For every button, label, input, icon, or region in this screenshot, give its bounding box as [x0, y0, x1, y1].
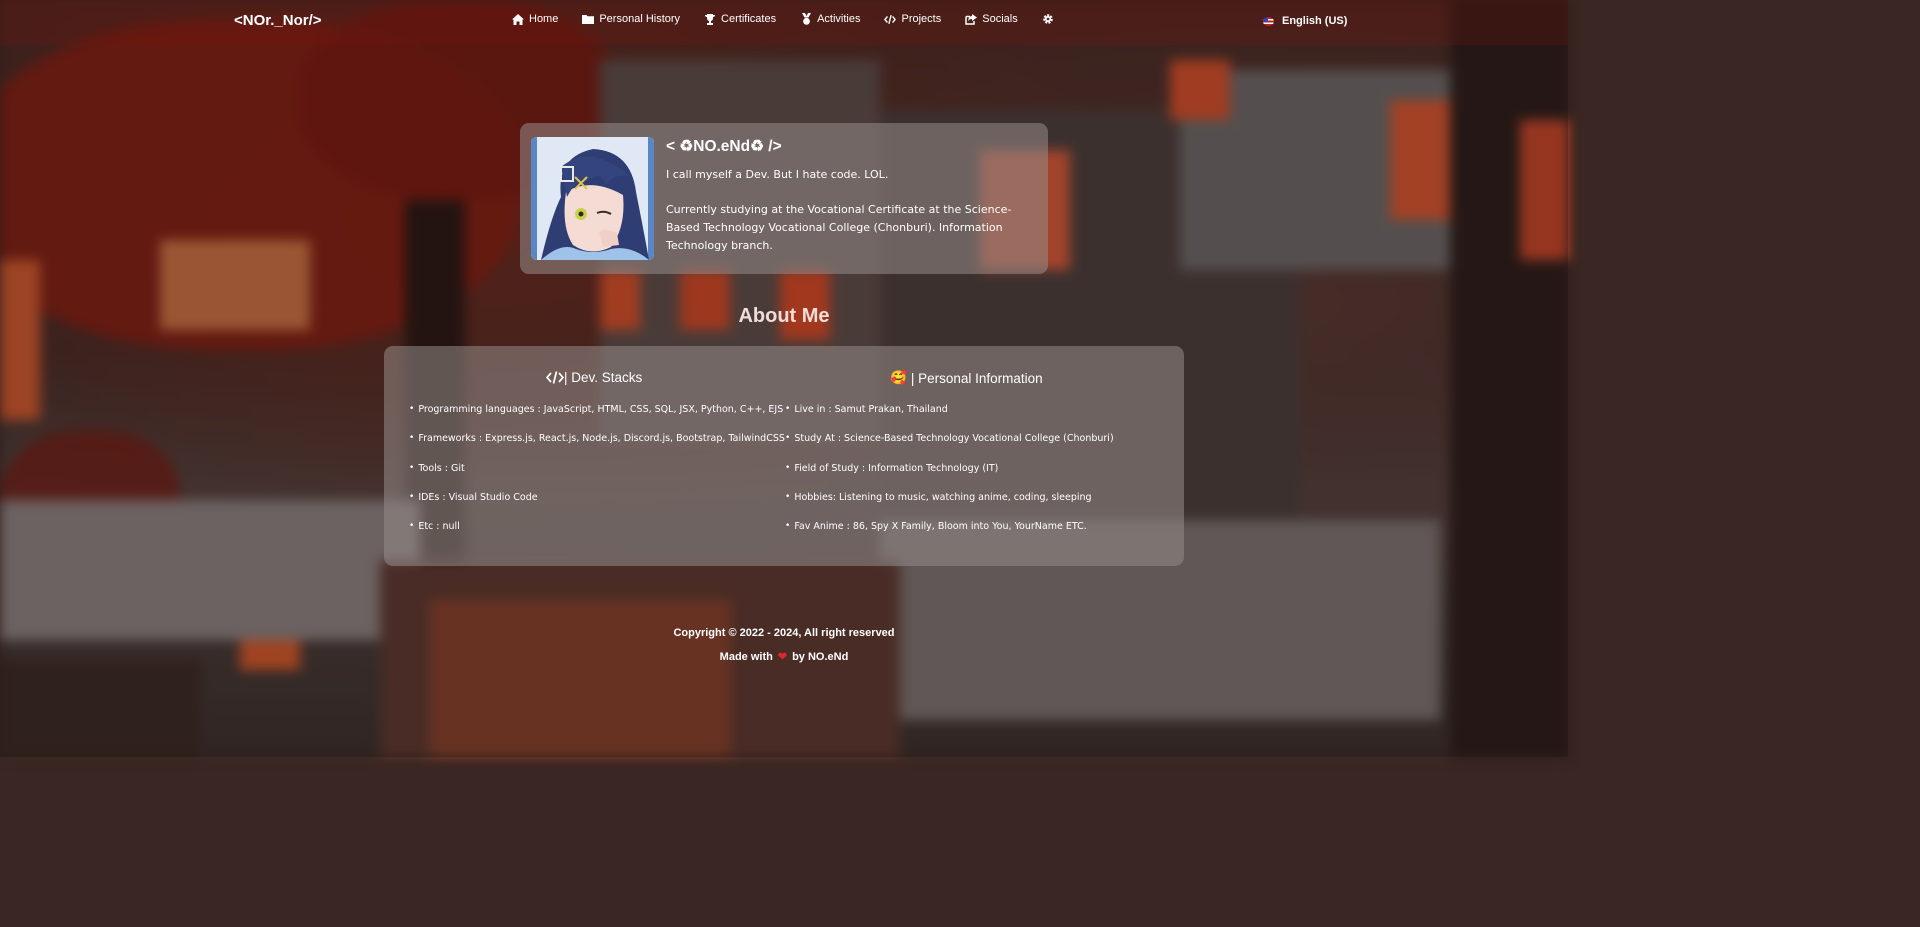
personal-info-heading: 🥰 | Personal Information [890, 370, 1043, 386]
code-icon [546, 371, 564, 384]
nav-item-label: Projects [901, 13, 942, 25]
language-label: English (US) [1282, 15, 1348, 27]
nav-menu: Home Personal History Certificates Activ… [512, 13, 1083, 25]
list-item: Study At : Science-Based Technology Voca… [785, 433, 1113, 462]
list-item: Hobbies: Listening to music, watching an… [785, 492, 1114, 521]
made-with-label: Made with [719, 651, 773, 663]
about-card: | Dev. Stacks Programming languages : Ja… [384, 346, 1184, 566]
nav-item-personal-history[interactable]: Personal History [582, 13, 680, 25]
nav-item-label: Activities [817, 13, 861, 25]
nav-item-label: Home [529, 13, 559, 25]
nav-item-projects[interactable]: Projects [884, 13, 941, 25]
profile-name: < ♻NO.eNd♻ /> [666, 138, 782, 155]
home-icon [512, 13, 524, 25]
nav-item-certificates[interactable]: Certificates [704, 13, 776, 25]
language-selector[interactable]: English (US) [1263, 15, 1347, 27]
gear-icon [1042, 13, 1054, 25]
about-me-heading: About Me [738, 305, 830, 327]
nav-item-socials[interactable]: Socials [965, 13, 1018, 25]
author-link[interactable]: NO.eNd [808, 651, 848, 663]
list-item: Fav Anime : 86, Spy X Family, Bloom into… [785, 521, 1114, 550]
dev-stacks-list: Programming languages : JavaScript, HTML… [409, 404, 785, 550]
navbar: <NOr._Nor/> Home Personal History Certif… [0, 0, 1568, 45]
list-item: Frameworks : Express.js, React.js, Node.… [409, 433, 785, 462]
code-icon [884, 13, 897, 25]
dev-stacks-title: | Dev. Stacks [564, 370, 643, 385]
list-item: Programming languages : JavaScript, HTML… [409, 404, 785, 433]
settings-button[interactable] [1042, 13, 1059, 25]
heart-icon: ❤ [777, 651, 788, 663]
nav-item-label: Personal History [599, 13, 681, 25]
personal-info-title: | Personal Information [910, 370, 1043, 386]
brand-logo[interactable]: <NOr._Nor/> [234, 12, 322, 29]
list-item: Live in : Samut Prakan, Thailand [785, 404, 1114, 433]
made-with-line: Made with ❤ by NO.eNd [0, 650, 1568, 663]
profile-card: < ♻NO.eNd♻ /> I call myself a Dev. But I… [520, 123, 1048, 274]
nav-item-home[interactable]: Home [512, 13, 558, 25]
list-item: IDEs : Visual Studio Code [409, 492, 785, 521]
folder-icon [582, 13, 595, 25]
copyright-text: Copyright © 2022 - 2024, All right reser… [673, 627, 895, 639]
trophy-icon [704, 13, 716, 25]
list-item: Etc : null [409, 521, 785, 550]
list-item: Tools : Git [409, 463, 785, 492]
profile-tagline: I call myself a Dev. But I hate code. LO… [666, 168, 889, 181]
nav-item-activities[interactable]: Activities [800, 13, 860, 25]
avatar [531, 137, 654, 260]
nav-item-label: Certificates [721, 13, 777, 25]
list-item: Field of Study : Information Technology … [785, 463, 1114, 492]
nav-item-label: Socials [982, 13, 1018, 25]
share-icon [965, 13, 978, 25]
by-label: by [792, 651, 805, 663]
smiling-face-icon: 🥰 [890, 370, 907, 385]
us-flag-icon [1263, 16, 1274, 26]
personal-info-list: Live in : Samut Prakan, Thailand Study A… [785, 404, 1114, 550]
dev-stacks-heading: | Dev. Stacks [546, 370, 642, 385]
profile-description: Currently studying at the Vocational Cer… [666, 203, 1012, 252]
medal-icon [800, 13, 812, 25]
